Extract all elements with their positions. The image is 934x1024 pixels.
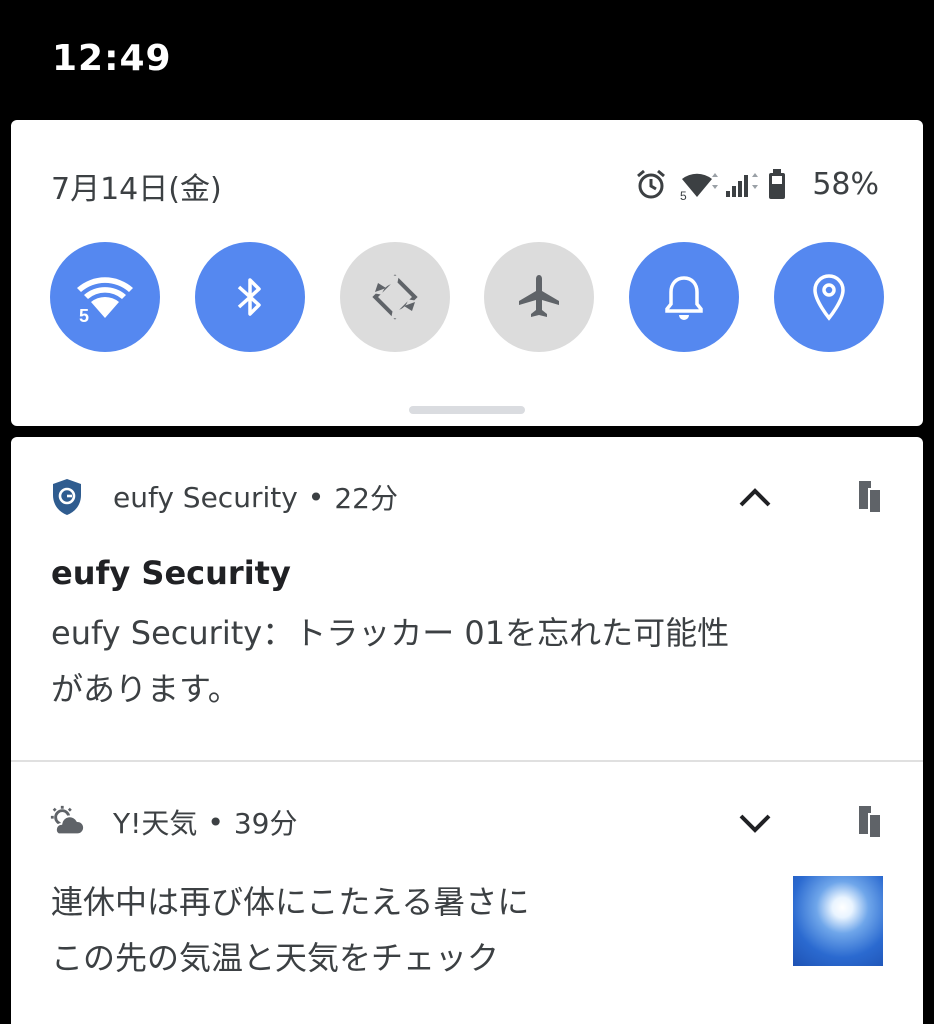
sun-sky-thumbnail <box>793 876 883 966</box>
weather-icon <box>49 804 85 840</box>
notification-body-line: 連休中は再び体にこたえる暑さに <box>51 883 530 921</box>
tile-location[interactable] <box>774 242 884 352</box>
notification-header: eufy Security • 22分 <box>49 479 398 515</box>
notification-weather[interactable]: Y!天気 • 39分 連休中は再び体にこたえる暑さに この先の気温と天気をチェッ… <box>11 762 923 1024</box>
cell-signal-icon <box>722 167 759 201</box>
notification-body: eufy Security：トラッカー 01を忘れた可能性 があります。 <box>51 605 871 717</box>
battery-percent: 58% <box>812 166 879 202</box>
status-clock: 12:49 <box>52 38 172 79</box>
wifi-icon: 5 <box>75 270 135 324</box>
notification-body-line: があります。 <box>51 670 240 708</box>
pages-button[interactable] <box>857 804 883 840</box>
status-bar: 12:49 <box>0 0 934 120</box>
notification-time: 22分 <box>334 482 398 515</box>
tile-wifi[interactable]: 5 <box>50 242 160 352</box>
pages-icon <box>857 481 883 519</box>
bluetooth-icon <box>233 273 267 321</box>
app-name: eufy Security <box>113 480 298 514</box>
notification-body-line: eufy Security：トラッカー 01を忘れた可能性 <box>51 614 730 652</box>
header-separator: • <box>307 480 325 514</box>
notification-body: 連休中は再び体にこたえる暑さに この先の気温と天気をチェック <box>51 874 771 986</box>
svg-text:5: 5 <box>79 306 89 324</box>
quick-tiles: 5 <box>50 242 884 352</box>
qs-date[interactable]: 7月14日(金) <box>51 164 222 208</box>
chevron-down-icon <box>735 814 775 846</box>
pages-button[interactable] <box>857 479 883 515</box>
tile-sound[interactable] <box>629 242 739 352</box>
battery-icon <box>766 167 800 201</box>
notification-time: 39分 <box>233 807 298 840</box>
tile-bluetooth[interactable] <box>195 242 305 352</box>
bell-icon <box>662 273 706 321</box>
notification-title: eufy Security <box>51 554 291 592</box>
chevron-up-icon <box>735 488 775 521</box>
notification-body-line: この先の気温と天気をチェック <box>51 939 500 977</box>
svg-text:5: 5 <box>680 189 687 201</box>
alarm-icon <box>634 167 668 201</box>
tile-airplane[interactable] <box>484 242 594 352</box>
shield-icon <box>49 479 85 515</box>
expand-button[interactable] <box>735 802 775 842</box>
app-name: Y!天気 <box>113 807 198 840</box>
pages-icon <box>857 806 883 844</box>
wifi-signal-icon: 5 <box>678 167 719 203</box>
tile-auto-rotate[interactable] <box>340 242 450 352</box>
qs-status-icons: 5 58% <box>634 164 879 204</box>
collapse-button[interactable] <box>735 477 775 517</box>
notification-header: Y!天気 • 39分 <box>49 804 298 840</box>
panel-drag-handle[interactable] <box>409 406 525 414</box>
rotate-icon <box>370 272 420 322</box>
notification-eufy[interactable]: eufy Security • 22分 eufy Security eufy S… <box>11 437 923 760</box>
airplane-icon <box>514 272 564 322</box>
header-separator: • <box>207 805 224 839</box>
location-icon <box>809 272 849 322</box>
quick-settings-panel: 7月14日(金) 5 58% 5 <box>11 120 923 426</box>
